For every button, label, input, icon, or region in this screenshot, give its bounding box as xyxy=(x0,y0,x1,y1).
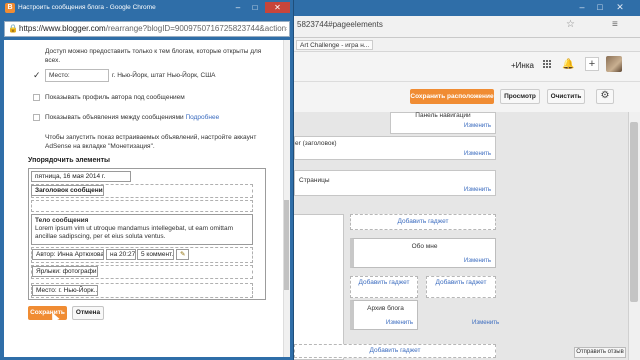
ads-more-link[interactable]: Подробнее xyxy=(185,114,219,121)
order-item-author[interactable]: Автор: Инна Артюхова xyxy=(32,249,104,260)
share-plus-button[interactable]: + xyxy=(585,57,599,71)
post-body-title: Тело сообщения xyxy=(35,217,89,224)
minimize-icon[interactable]: – xyxy=(230,2,246,13)
maximize-icon[interactable]: □ xyxy=(247,2,263,13)
add-gadget-button[interactable]: Добавить гаджет xyxy=(350,276,418,298)
feedback-button[interactable]: Отправить отзыв xyxy=(574,347,626,358)
order-drop-zone xyxy=(31,200,253,212)
pencil-icon[interactable]: ✎ xyxy=(176,249,189,260)
post-body-text: Lorem ipsum vim ut utroque mandamus inte… xyxy=(35,225,233,240)
author-profile-label: Показывать профиль автора под сообщением xyxy=(45,94,185,101)
url-host: https://www.blogger.com xyxy=(19,24,106,33)
navbar-gadget[interactable]: Панель навигации Изменить xyxy=(390,112,496,134)
edit-link[interactable]: Изменить xyxy=(472,320,499,326)
popup-url[interactable]: https://www.blogger.com/rearrange?blogID… xyxy=(19,24,287,33)
main-column-area xyxy=(294,214,344,360)
location-checkbox[interactable]: ✓ xyxy=(33,71,41,80)
add-gadget-button[interactable]: Добавить гаджет xyxy=(294,344,496,358)
location-field[interactable]: Место: xyxy=(45,69,109,82)
bookmark-star-icon[interactable]: ☆ xyxy=(566,19,575,30)
adsense-note: Чтобы запустить показ встраиваемых объяв… xyxy=(45,134,257,150)
edit-link[interactable]: Изменить xyxy=(464,187,491,193)
clear-button[interactable]: Очистить xyxy=(547,89,585,104)
about-me-gadget[interactable]: Обо мне Изменить xyxy=(350,238,496,268)
header-gadget[interactable]: er (заголовок) Изменить xyxy=(294,136,496,160)
order-item-place[interactable]: Место: г. Нью-Йорк... xyxy=(32,285,98,296)
minimize-icon[interactable]: – xyxy=(576,2,588,12)
apps-grid-icon[interactable] xyxy=(543,60,553,70)
order-item-time[interactable]: на 20:27 xyxy=(106,249,136,260)
avatar[interactable] xyxy=(606,56,622,72)
header-title: er (заголовок) xyxy=(295,140,337,147)
popup-title: Настроить сообщения блога - Google Chrom… xyxy=(18,4,156,11)
url-path: /rearrange?blogID=9009750716725823744&ac… xyxy=(105,24,287,33)
background-url[interactable]: 5823744#pageelements xyxy=(297,20,383,29)
maximize-icon[interactable]: □ xyxy=(594,2,606,12)
close-icon[interactable]: ✕ xyxy=(265,2,290,13)
order-item-labels[interactable]: Ярлыки: фотографи... xyxy=(32,266,98,277)
save-button[interactable]: Сохранить xyxy=(28,306,67,320)
save-layout-button[interactable]: Сохранить расположение xyxy=(410,89,494,104)
location-value: г. Нью-Йорк, штат Нью-Йорк, США xyxy=(112,72,216,79)
popup-scrollbar-thumb[interactable] xyxy=(284,200,289,290)
edit-link[interactable]: Изменить xyxy=(464,258,491,264)
blog-archive-title: Архив блога xyxy=(367,305,404,312)
blogger-icon: B xyxy=(5,3,15,13)
edit-link[interactable]: Изменить xyxy=(386,320,413,326)
order-item-comments[interactable]: 5 коммент. xyxy=(137,249,174,260)
blog-archive-gadget[interactable]: Архив блога Изменить xyxy=(350,300,418,330)
order-item-post-title[interactable]: Заголовок сообщения xyxy=(31,185,104,196)
edit-link[interactable]: Изменить xyxy=(464,151,491,157)
notifications-bell-icon[interactable]: 🔔 xyxy=(562,59,574,70)
navbar-title: Панель навигации xyxy=(415,112,471,119)
edit-link[interactable]: Изменить xyxy=(464,123,491,129)
page-scrollbar-thumb[interactable] xyxy=(630,122,638,302)
order-item-post-body[interactable]: Тело сообщения Lorem ipsum vim ut utroqu… xyxy=(31,214,253,245)
pages-title: Страницы xyxy=(299,177,330,184)
ads-checkbox[interactable] xyxy=(33,114,40,121)
cancel-button[interactable]: Отмена xyxy=(72,306,104,320)
add-gadget-button[interactable]: Добавить гаджет xyxy=(426,276,496,298)
pages-gadget[interactable]: Страницы Изменить xyxy=(294,170,496,196)
author-profile-checkbox[interactable] xyxy=(33,94,40,101)
add-gadget-button[interactable]: Добавить гаджет xyxy=(350,214,496,230)
menu-icon[interactable]: ≡ xyxy=(612,19,618,30)
ads-label: Показывать объявления между сообщениями … xyxy=(45,113,219,122)
gear-icon[interactable]: ⚙ xyxy=(596,89,614,104)
popup-scrollbar[interactable] xyxy=(283,40,290,357)
close-icon[interactable]: ✕ xyxy=(614,2,626,12)
location-note: Доступ можно предоставить только к тем б… xyxy=(45,48,262,64)
order-heading: Упорядочить элементы xyxy=(28,157,111,164)
lock-icon: 🔒 xyxy=(8,24,18,33)
preview-button[interactable]: Просмотр xyxy=(500,89,540,104)
user-name-link[interactable]: +Инка xyxy=(511,61,534,70)
ads-label-text: Показывать объявления между сообщениями xyxy=(45,114,184,121)
order-item-date[interactable]: пятница, 16 мая 2014 г. xyxy=(31,171,131,182)
about-me-title: Обо мне xyxy=(411,243,438,250)
bookmark-item[interactable]: Art Challenge - игра н... xyxy=(296,40,374,50)
